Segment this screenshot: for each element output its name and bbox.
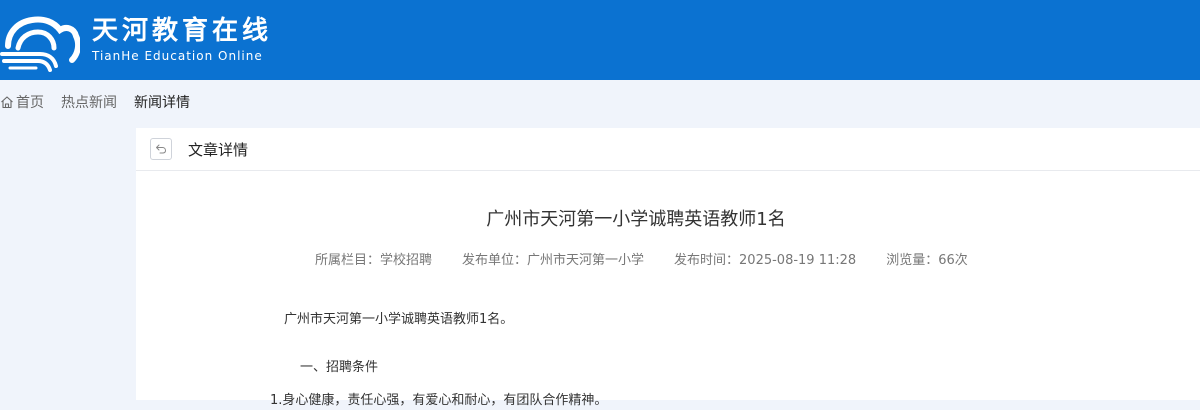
meta-publisher: 发布单位：广州市天河第一小学 [462, 253, 645, 268]
site-title: 天河教育在线 [92, 16, 273, 46]
article-paragraph: 广州市天河第一小学诚聘英语教师1名。 [284, 312, 514, 327]
cloud-wave-logo-icon[interactable] [0, 10, 80, 72]
return-icon [156, 144, 166, 154]
back-button[interactable] [150, 138, 172, 160]
site-subtitle: TianHe Education Online [92, 49, 263, 63]
meta-category: 所属栏目：学校招聘 [315, 253, 433, 268]
breadcrumb-news-detail: 新闻详情 [134, 95, 190, 111]
article-paragraph: 1.身心健康，责任心强，有爱心和耐心，有团队合作精神。 [270, 393, 608, 408]
breadcrumb-hot-news[interactable]: 热点新闻 [61, 92, 117, 112]
breadcrumb: 首页 热点新闻 新闻详情 [0, 80, 1200, 124]
site-header: 天河教育在线 TianHe Education Online [0, 0, 1200, 80]
meta-time: 发布时间：2025-08-19 11:28 [674, 253, 857, 268]
article-card: 文章详情 广州市天河第一小学诚聘英语教师1名 所属栏目：学校招聘 发布单位：广州… [136, 128, 1200, 408]
article-section-heading: 一、招聘条件 [300, 360, 379, 375]
breadcrumb-home-label: 首页 [16, 95, 44, 111]
meta-views: 浏览量：66次 [886, 253, 968, 268]
card-title: 文章详情 [188, 140, 249, 159]
breadcrumb-home[interactable]: 首页 [0, 92, 44, 112]
card-header: 文章详情 [136, 128, 1200, 171]
article-title: 广州市天河第一小学诚聘英语教师1名 [486, 209, 786, 230]
home-icon [1, 96, 13, 109]
article-meta: 所属栏目：学校招聘 发布单位：广州市天河第一小学 发布时间：2025-08-19… [315, 252, 998, 270]
